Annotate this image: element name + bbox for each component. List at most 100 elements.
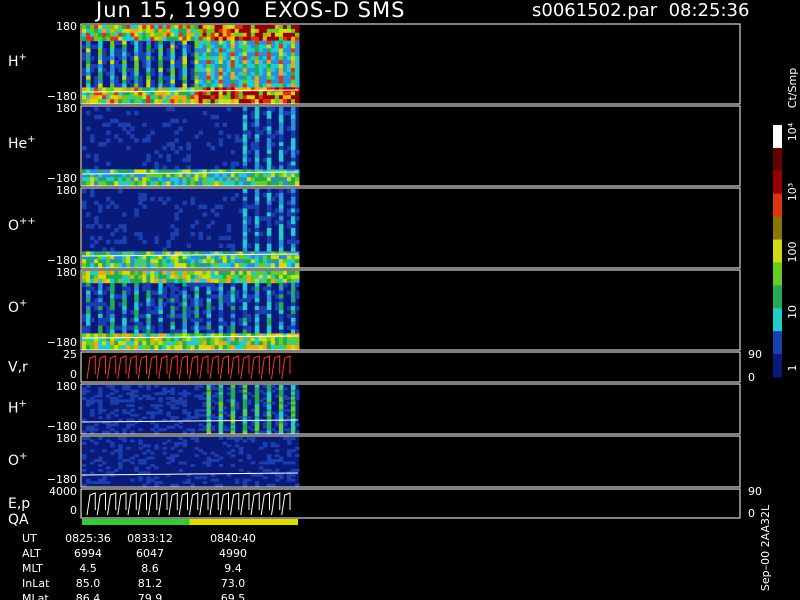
heatmap-cell [254, 333, 260, 338]
heatmap-cell [178, 468, 183, 472]
heatmap-cell [98, 44, 103, 49]
heatmap-cell [242, 259, 248, 264]
heatmap-cell [286, 177, 292, 182]
heatmap-cell [210, 271, 216, 276]
heatmap-cell [150, 67, 155, 73]
heatmap-cell [262, 87, 268, 92]
heatmap-cell [230, 48, 236, 53]
heatmap-cell [278, 243, 284, 248]
heatmap-cell [266, 169, 272, 174]
heatmap-cell [98, 75, 103, 81]
heatmap-cell [274, 259, 280, 264]
heatmap-cell [182, 181, 187, 186]
heatmap-cell [234, 25, 240, 30]
heatmap-cell [242, 212, 248, 217]
line-segment [281, 492, 291, 516]
heatmap-cell [290, 317, 296, 323]
heatmap-cell [106, 161, 111, 166]
heatmap-cell [218, 91, 224, 96]
heatmap-cell [198, 341, 204, 346]
heatmap-cell [110, 329, 115, 334]
heatmap-cell [294, 71, 300, 77]
heatmap-cell [146, 259, 151, 264]
heatmap-cell [94, 114, 99, 120]
heatmap-cell [254, 259, 260, 264]
heatmap-cell [150, 25, 155, 30]
heatmap-cell [238, 306, 244, 311]
heatmap-cell [182, 274, 187, 280]
heatmap-cell [282, 423, 288, 427]
heatmap-cell [218, 274, 224, 280]
heatmap-cell [190, 310, 196, 315]
heatmap-cell [202, 278, 208, 284]
heatmap-cell [214, 52, 220, 57]
heatmap-cell [294, 173, 300, 178]
heatmap-cell [110, 181, 115, 186]
heatmap-cell [278, 48, 284, 53]
heatmap-cell [198, 36, 204, 42]
heatmap-cell [218, 306, 224, 311]
heatmap-cell [170, 329, 175, 334]
heatmap-cell [106, 95, 111, 100]
heatmap-cell [242, 173, 248, 178]
heatmap-cell [142, 52, 147, 57]
heatmap-cell [230, 79, 236, 84]
heatmap-cell [114, 389, 119, 393]
heatmap-cell [166, 107, 171, 112]
heatmap-cell [118, 263, 123, 268]
heatmap-cell [122, 60, 127, 65]
heatmap-cell [170, 64, 175, 69]
heatmap-cell [254, 67, 260, 73]
heatmap-cell [254, 337, 260, 342]
heatmap-cell [98, 25, 103, 30]
heatmap-cell [218, 25, 224, 30]
heatmap-cell [130, 430, 135, 434]
heatmap-cell [278, 165, 284, 170]
heatmap-cell [126, 130, 131, 135]
heatmap-cell [218, 243, 224, 248]
heatmap-cell [90, 259, 95, 264]
heatmap-cell [86, 263, 91, 268]
heatmap-cell [158, 298, 163, 303]
heatmap-cell [234, 192, 240, 198]
heatmap-cell [194, 454, 200, 458]
heatmap-cell [146, 290, 151, 295]
heatmap-cell [130, 404, 135, 408]
heatmap-cell [94, 95, 99, 100]
heatmap-cell [294, 216, 300, 221]
heatmap-cell [218, 290, 224, 295]
heatmap-cell [146, 25, 151, 30]
heatmap-cell [174, 95, 179, 100]
heatmap-cell [122, 341, 127, 346]
heatmap-cell [294, 239, 300, 245]
heatmap-cell [162, 177, 167, 182]
heatmap-cell [182, 118, 187, 124]
heatmap-cell [82, 44, 87, 49]
heatmap-cell [102, 181, 107, 186]
heatmap-cell [258, 255, 264, 260]
heatmap-cell [154, 345, 159, 350]
heatmap-cell [210, 36, 216, 42]
heatmap-cell [198, 423, 204, 427]
heatmap-cell [274, 71, 280, 77]
heatmap-cell [290, 278, 296, 284]
heatmap-cell [246, 60, 252, 65]
heatmap-cell [146, 329, 151, 334]
footer-value: 9.4 [224, 562, 242, 575]
heatmap-cell [262, 274, 268, 280]
colorbar-swatch [773, 262, 782, 286]
heatmap-cell [262, 404, 268, 408]
heatmap-cell [286, 200, 292, 206]
heatmap-cell [146, 337, 151, 342]
heatmap-cell [190, 302, 196, 307]
heatmap-cell [246, 437, 252, 440]
heatmap-cell [226, 290, 232, 295]
heatmap-cell [290, 28, 296, 34]
heatmap-cell [270, 401, 276, 405]
heatmap-cell [134, 64, 139, 69]
heatmap-cell [254, 192, 260, 198]
heatmap-cell [254, 243, 260, 248]
heatmap-cell [290, 325, 296, 330]
heatmap-cell [278, 138, 284, 143]
heatmap-cell [106, 341, 111, 346]
